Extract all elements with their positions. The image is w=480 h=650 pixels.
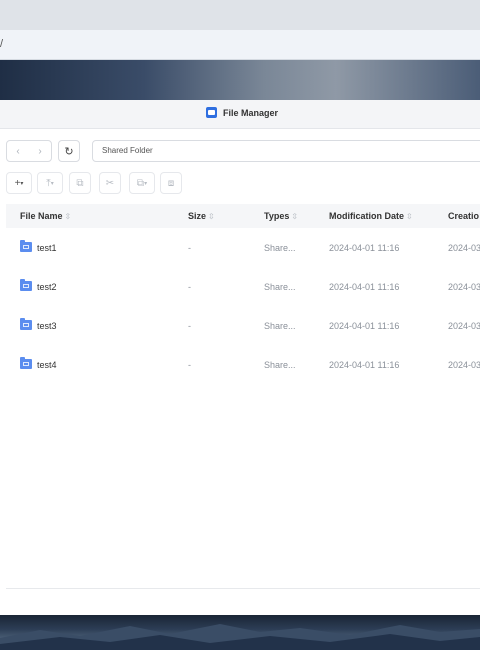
refresh-icon: ↻	[64, 145, 74, 158]
column-header-size[interactable]: Size ⇳	[188, 211, 215, 221]
attribute-icon: ⧈	[167, 177, 175, 189]
browser-tab-strip	[0, 0, 480, 30]
dropdown-caret-icon: ▾	[20, 180, 24, 187]
created-date: 2024-03	[448, 243, 480, 253]
sort-icon: ⇳	[208, 212, 215, 221]
file-name[interactable]: test4	[37, 360, 57, 370]
file-type: Share...	[264, 282, 296, 292]
file-name[interactable]: test1	[37, 243, 57, 253]
address-text: /	[0, 38, 4, 50]
history-buttons: ‹ ›	[6, 140, 52, 162]
action-toolbar: + ▾ ⤒ ▾ ⧉ ✂ ⧉ ▾ ⧈	[0, 172, 480, 194]
folder-icon	[20, 279, 32, 291]
copy-icon: ⧉	[76, 177, 84, 189]
created-date: 2024-03	[448, 321, 480, 331]
modified-date: 2024-04-01 11:16	[329, 321, 400, 331]
file-size: -	[188, 243, 191, 253]
new-button[interactable]: + ▾	[6, 172, 32, 194]
file-size: -	[188, 360, 191, 370]
column-header-name[interactable]: File Name ⇳	[20, 211, 71, 221]
paste-button[interactable]: ⧉ ▾	[129, 172, 155, 194]
file-type: Share...	[264, 360, 296, 370]
sort-icon: ⇳	[64, 212, 72, 221]
wallpaper-mountains	[0, 624, 480, 650]
more-button[interactable]: ⧈	[160, 172, 182, 194]
copy-button[interactable]: ⧉	[69, 172, 91, 194]
table-row[interactable]: test4 - Share... 2024-04-01 11:16 2024-0…	[0, 347, 480, 385]
cut-button[interactable]: ✂	[99, 172, 121, 194]
column-header-types[interactable]: Types ⇳	[264, 211, 298, 221]
modified-date: 2024-04-01 11:16	[329, 360, 400, 370]
file-manager-window: File Manager ‹ › ↻ Shared Folder + ▾ ⤒ ▾ ⧉…	[0, 100, 480, 615]
file-type: Share...	[264, 243, 296, 253]
status-divider	[6, 588, 480, 589]
folder-icon	[20, 318, 32, 330]
modified-date: 2024-04-01 11:16	[329, 282, 400, 292]
path-field[interactable]: Shared Folder	[92, 140, 480, 162]
created-date: 2024-03	[448, 360, 480, 370]
created-date: 2024-03	[448, 282, 480, 292]
table-row[interactable]: test3 - Share... 2024-04-01 11:16 2024-0…	[0, 308, 480, 346]
window-title: File Manager	[223, 107, 279, 118]
table-row[interactable]: test2 - Share... 2024-04-01 11:16 2024-0…	[0, 269, 480, 307]
dropdown-caret-icon: ▾	[144, 180, 148, 187]
desktop-wallpaper-top	[0, 60, 480, 100]
folder-icon	[20, 357, 32, 369]
file-name[interactable]: test2	[37, 282, 57, 292]
file-size: -	[188, 282, 191, 292]
chevron-right-icon[interactable]: ›	[38, 146, 41, 157]
file-size: -	[188, 321, 191, 331]
sort-icon: ⇳	[291, 212, 299, 221]
navigation-row: ‹ › ↻ Shared Folder	[0, 140, 480, 164]
folder-icon	[20, 240, 32, 252]
window-titlebar[interactable]: File Manager	[0, 100, 480, 129]
file-manager-app-icon	[206, 107, 217, 118]
file-name[interactable]: test3	[37, 321, 57, 331]
browser-address-bar[interactable]: /	[0, 30, 480, 60]
refresh-button[interactable]: ↻	[58, 140, 80, 162]
chevron-left-icon[interactable]: ‹	[16, 146, 19, 157]
paste-icon: ⧉	[136, 177, 145, 189]
upload-button[interactable]: ⤒ ▾	[37, 172, 63, 194]
column-header-created[interactable]: Creatio	[448, 211, 479, 221]
dropdown-caret-icon: ▾	[50, 180, 54, 187]
file-type: Share...	[264, 321, 296, 331]
sort-icon: ⇳	[406, 212, 413, 221]
table-row[interactable]: test1 - Share... 2024-04-01 11:16 2024-0…	[0, 230, 480, 268]
scissors-icon: ✂	[105, 177, 115, 189]
modified-date: 2024-04-01 11:16	[329, 243, 400, 253]
column-header-modified[interactable]: Modification Date ⇳	[329, 211, 413, 221]
table-header: File Name ⇳ Size ⇳ Types ⇳ Modification Dat…	[6, 204, 480, 228]
